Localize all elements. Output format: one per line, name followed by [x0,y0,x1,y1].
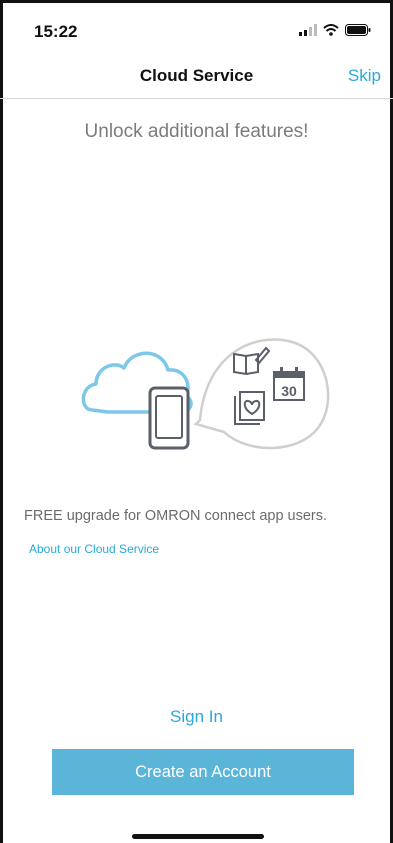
calendar-icon: 30 [273,367,305,401]
home-indicator [132,834,264,839]
status-icons [299,24,371,36]
phone-icon [148,386,190,450]
signal-icon [299,24,317,36]
status-time: 15:22 [34,22,78,41]
headline: Unlock additional features! [84,121,309,142]
status-bar: 15:22 [0,0,393,54]
cloud-service-illustration: 30 [81,338,330,450]
calendar-day: 30 [281,383,297,399]
skip-button[interactable]: Skip [348,66,381,86]
nav-bar: Cloud Service Skip [0,54,393,99]
album-icon [234,391,265,425]
about-cloud-service-link[interactable]: About our Cloud Service [29,542,159,556]
battery-icon [345,24,371,36]
sign-in-button[interactable]: Sign In [0,706,393,728]
page-title: Cloud Service [139,66,254,85]
upgrade-description: FREE upgrade for OMRON connect app users… [24,508,328,524]
create-account-button[interactable]: Create an Account [52,749,354,795]
wifi-icon [323,24,339,36]
